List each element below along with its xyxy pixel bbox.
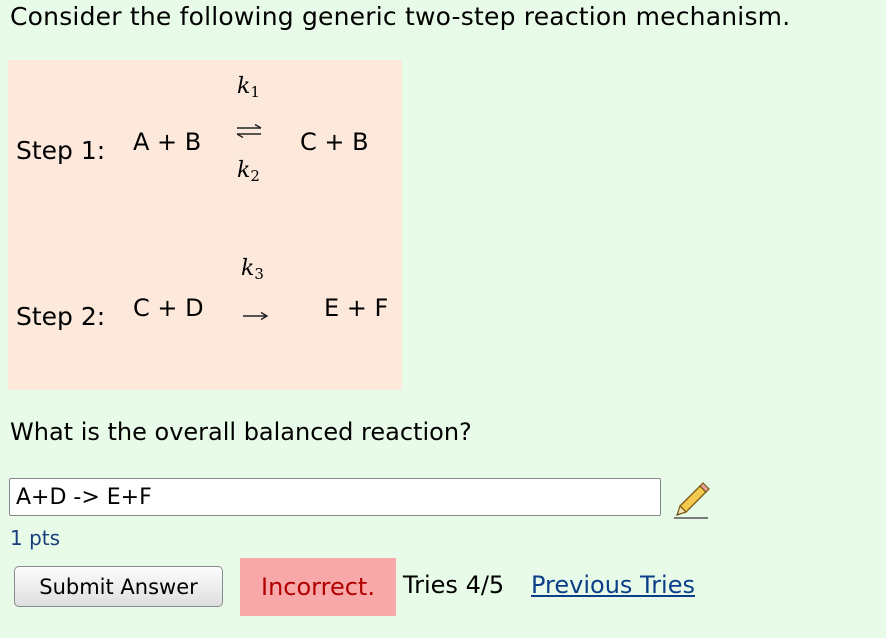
step-1-forward-rate-constant: k1 (237, 74, 260, 101)
points-label: 1 pts (10, 526, 61, 550)
step-2-label: Step 2: (16, 302, 106, 331)
answer-input[interactable] (9, 478, 661, 516)
mechanism-box: Step 1: A + B k1 k2 C + B Step 2: C + D … (8, 60, 402, 390)
equilibrium-arrows-icon (236, 124, 262, 138)
step-2-products: E + F (324, 294, 389, 322)
previous-tries-link[interactable]: Previous Tries (531, 571, 695, 599)
step-2-forward-rate-constant: k3 (241, 256, 264, 283)
pencil-icon[interactable] (672, 482, 712, 520)
step-1-reverse-rate-constant: k2 (237, 158, 260, 185)
step-1-label: Step 1: (16, 136, 106, 165)
question-text: What is the overall balanced reaction? (10, 418, 472, 446)
step-2-reactants: C + D (133, 294, 204, 322)
submit-answer-button[interactable]: Submit Answer (14, 566, 223, 607)
incorrect-status-badge: Incorrect. (240, 558, 396, 616)
step-1-reactants: A + B (133, 128, 202, 156)
problem-intro: Consider the following generic two-step … (10, 2, 791, 31)
step-1-products: C + B (300, 128, 369, 156)
right-arrow-icon (243, 311, 268, 321)
tries-counter: Tries 4/5 (403, 571, 505, 599)
